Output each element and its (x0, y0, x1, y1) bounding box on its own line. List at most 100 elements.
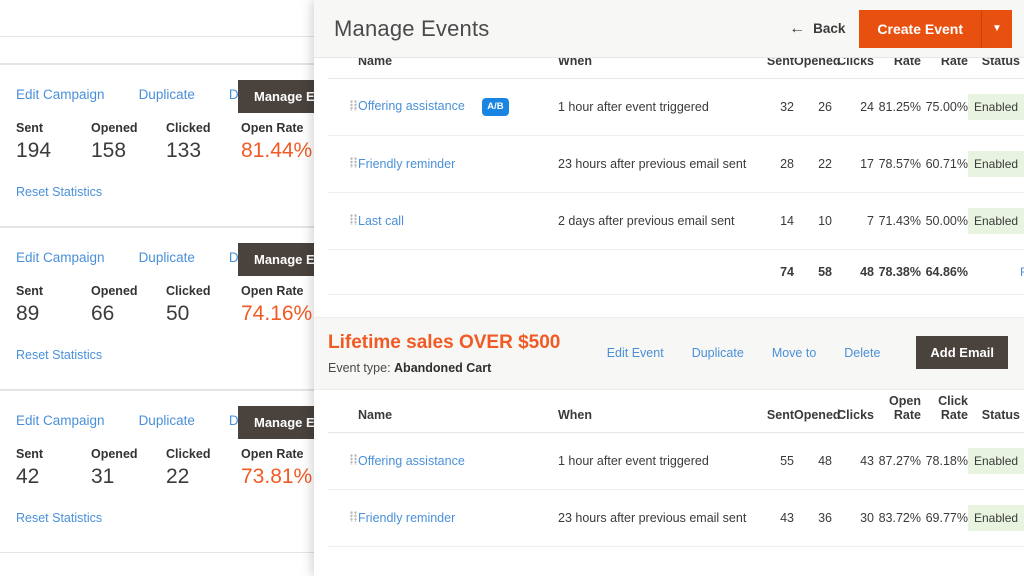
campaign-actions: Edit Campaign Duplicate Delete (16, 250, 268, 265)
stat-label: Opened (91, 447, 138, 461)
edit-campaign-link[interactable]: Edit Campaign (16, 250, 105, 265)
status-cell: Enabled (968, 192, 1024, 250)
th-when: When (558, 58, 756, 79)
duplicate-link[interactable]: Duplicate (139, 413, 195, 428)
status-badge: Enabled (968, 151, 1024, 177)
th-handle (328, 390, 358, 433)
duplicate-link[interactable]: Duplicate (692, 346, 744, 360)
email-name-link[interactable]: Last call (358, 214, 404, 228)
reset-statistics-link[interactable]: Reset Statistics (16, 348, 102, 362)
drag-handle-icon[interactable] (350, 100, 358, 111)
status-cell: Enabled (968, 489, 1024, 547)
reset-statistics-link[interactable]: Reset Statistics (16, 185, 102, 199)
move-to-link[interactable]: Move to (772, 346, 816, 360)
duplicate-link[interactable]: Duplicate (139, 87, 195, 102)
stat-opened: Opened 158 (91, 121, 166, 163)
email-name-link[interactable]: Friendly reminder (358, 157, 455, 171)
ab-test-badge: A/B (482, 98, 509, 116)
stat-value: 133 (166, 139, 202, 162)
back-button[interactable]: ← Back (789, 19, 846, 37)
th-click-rate-l1: Click (938, 394, 968, 408)
event-email-name-cell: Friendly reminder (358, 135, 558, 193)
click-rate-cell: 75.00% (921, 78, 968, 136)
status-badge: Enabled (968, 448, 1024, 474)
drag-handle-cell[interactable] (328, 489, 358, 547)
opened-cell: 36 (794, 489, 832, 547)
totals-spacer (358, 249, 558, 295)
email-name-link[interactable]: Offering assistance (358, 99, 465, 113)
create-event-group: Create Event ▼ (859, 9, 1012, 48)
totals-clicks: 48 (832, 249, 874, 295)
drag-handle-cell[interactable] (328, 432, 358, 490)
events-table-top-wrap: Name When Sent Opened Clicks Open Rate C… (314, 58, 1024, 295)
event-email-name-cell: Offering assistance (358, 432, 558, 490)
clicks-cell: 7 (832, 192, 874, 250)
event-section-info: Lifetime sales OVER $500 Event type: Aba… (328, 332, 607, 375)
th-when: When (558, 390, 756, 433)
drag-handle-icon[interactable] (350, 511, 358, 522)
th-click-rate: Click Rate (921, 390, 968, 433)
drag-handle-cell[interactable] (328, 135, 358, 193)
stat-label: Sent (16, 284, 44, 298)
when-cell: 1 hour after event triggered (558, 432, 756, 490)
when-cell: 2 days after previous email sent (558, 192, 756, 250)
event-section-header: Lifetime sales OVER $500 Event type: Aba… (314, 317, 1024, 390)
edit-event-link[interactable]: Edit Event (607, 346, 664, 360)
drag-handle-icon[interactable] (350, 454, 358, 465)
opened-cell: 48 (794, 432, 832, 490)
create-event-button[interactable]: Create Event (859, 9, 982, 48)
stat-value: 42 (16, 465, 40, 488)
reset-statistics-link[interactable]: Reset Statistics (16, 511, 102, 525)
stat-label: Sent (16, 447, 44, 461)
duplicate-link[interactable]: Duplicate (139, 250, 195, 265)
when-text: 2 days after previous email sent (558, 214, 735, 228)
stat-value: 50 (166, 302, 190, 325)
screen: Edit Campaign Duplicate Delete Manage Ev… (0, 0, 1024, 576)
open-rate-cell: 87.27% (874, 432, 921, 490)
table-row: Friendly reminder 23 hours after previou… (328, 135, 1024, 193)
stat-value: 89 (16, 302, 40, 325)
click-rate-cell: 50.00% (921, 192, 968, 250)
click-rate-cell: 69.77% (921, 489, 968, 547)
event-email-name-cell: Offering assistance A/B (358, 78, 558, 136)
arrow-left-icon: ← (789, 19, 806, 37)
status-cell: Enabled (968, 135, 1024, 193)
header-actions: ← Back Create Event ▼ (789, 9, 1012, 48)
back-button-label: Back (813, 21, 846, 36)
when-text: 23 hours after previous email sent (558, 511, 747, 525)
drag-handle-icon[interactable] (350, 214, 358, 225)
table-row: Last call 2 days after previous email se… (328, 192, 1024, 250)
clicks-cell: 24 (832, 78, 874, 136)
email-name-link[interactable]: Friendly reminder (358, 511, 455, 525)
totals-sent: 74 (756, 249, 794, 295)
table-header-row: Name When Sent Opened Clicks Open Rate C… (328, 390, 1024, 433)
th-open-rate-l2: Rate (893, 408, 921, 422)
chevron-down-icon[interactable]: ▼ (982, 9, 1012, 48)
drag-handle-icon[interactable] (350, 157, 358, 168)
add-email-button[interactable]: Add Email (916, 336, 1008, 369)
drag-handle-cell[interactable] (328, 78, 358, 136)
edit-campaign-link[interactable]: Edit Campaign (16, 87, 105, 102)
th-sent: Sent (756, 390, 794, 433)
clicks-cell: 17 (832, 135, 874, 193)
totals-spacer (328, 249, 358, 295)
edit-campaign-link[interactable]: Edit Campaign (16, 413, 105, 428)
manage-events-panel: Manage Events ← Back Create Event ▼ Name… (314, 0, 1024, 576)
reset-statistics-link[interactable]: Reset Statistics (1020, 265, 1024, 279)
th-name: Name (358, 390, 558, 433)
stat-sent: Sent 89 (16, 284, 91, 326)
status-badge: Enabled (968, 505, 1024, 531)
stat-label: Opened (91, 121, 138, 135)
totals-click-rate: 64.86% (921, 249, 968, 295)
when-cell: 23 hours after previous email sent (558, 135, 756, 193)
drag-handle-cell[interactable] (328, 192, 358, 250)
th-click-rate-l2: Rate (940, 408, 968, 422)
campaign-actions: Edit Campaign Duplicate Delete (16, 87, 268, 102)
delete-link[interactable]: Delete (844, 346, 880, 360)
stat-value: 158 (91, 139, 127, 162)
email-name-link[interactable]: Offering assistance (358, 454, 465, 468)
when-cell: 23 hours after previous email sent (558, 489, 756, 547)
when-cell: 1 hour after event triggered (558, 78, 756, 136)
events-table-top: Name When Sent Opened Clicks Open Rate C… (328, 58, 1024, 295)
